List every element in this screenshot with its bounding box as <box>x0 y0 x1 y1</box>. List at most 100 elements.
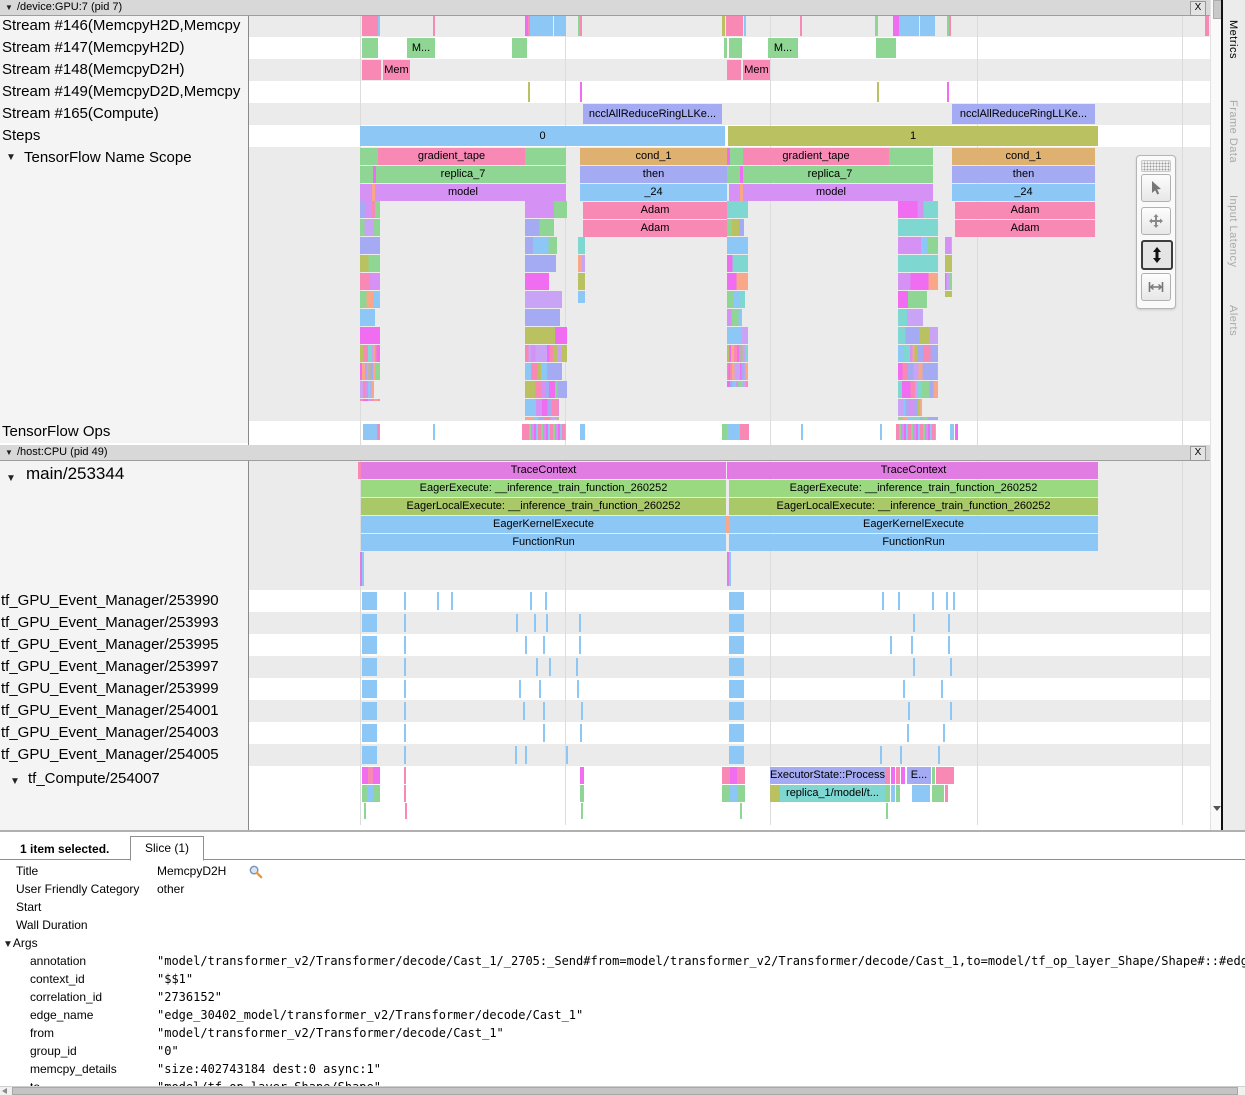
event-tick[interactable] <box>577 680 579 698</box>
namescope-bar[interactable]: gradient_tape <box>378 148 525 165</box>
flame-segment[interactable] <box>727 291 745 308</box>
compute-bar[interactable] <box>722 767 730 784</box>
trace-event-block[interactable] <box>528 82 530 102</box>
event-tick[interactable] <box>890 636 892 654</box>
compute-tick[interactable] <box>581 803 583 819</box>
flame-segment[interactable] <box>898 201 938 218</box>
flame-segment[interactable] <box>727 327 748 344</box>
namescope-row-label[interactable]: ▼ TensorFlow Name Scope <box>0 148 246 168</box>
flame-segment[interactable] <box>360 381 374 398</box>
trace-event-block[interactable] <box>580 16 582 36</box>
event-block[interactable] <box>729 724 744 742</box>
trace-event-block[interactable] <box>727 60 741 80</box>
collapse-icon[interactable]: ▼ <box>10 771 20 790</box>
event-tick[interactable] <box>404 636 406 654</box>
event-tick[interactable] <box>404 614 406 632</box>
pan-tool[interactable] <box>1141 207 1171 235</box>
namescope-bar[interactable]: model <box>360 184 566 201</box>
namescope-bar[interactable]: _24 <box>580 184 727 201</box>
trace-event-block[interactable] <box>800 16 802 36</box>
tfops-block[interactable] <box>363 424 377 440</box>
event-tick[interactable] <box>545 592 547 610</box>
event-tick[interactable] <box>516 614 518 632</box>
event-tick[interactable] <box>539 680 541 698</box>
event-tick[interactable] <box>519 680 521 698</box>
flame-segment[interactable] <box>578 237 585 254</box>
horizontal-scrollbar-thumb[interactable] <box>12 1087 1238 1095</box>
event-tick[interactable] <box>900 746 902 764</box>
flame-segment[interactable] <box>578 273 585 290</box>
trace-event-block[interactable] <box>875 16 878 36</box>
namescope-bar[interactable]: Adam <box>955 202 1095 219</box>
trace-event-block[interactable]: M... <box>768 38 798 58</box>
flame-segment[interactable] <box>898 363 938 380</box>
cpu-bar[interactable]: EagerExecute: __inference_train_function… <box>729 480 1098 497</box>
event-tick[interactable] <box>579 614 581 632</box>
event-tick[interactable] <box>950 702 952 720</box>
flame-segment[interactable] <box>360 327 380 344</box>
flame-segment[interactable] <box>360 309 375 326</box>
compute-bar[interactable] <box>404 767 406 784</box>
trace-event-block[interactable] <box>530 16 553 36</box>
namescope-bar[interactable]: replica_7 <box>727 166 933 183</box>
event-tick[interactable] <box>566 746 568 764</box>
flame-segment[interactable] <box>360 291 380 308</box>
event-tick[interactable] <box>523 702 525 720</box>
trace-event-block[interactable] <box>729 38 742 58</box>
namescope-bar[interactable]: Adam <box>583 220 727 237</box>
event-tick[interactable] <box>404 702 406 720</box>
event-block[interactable] <box>362 702 377 720</box>
flame-segment[interactable] <box>898 345 938 362</box>
namescope-bar[interactable]: then <box>952 166 1095 183</box>
tfops-block[interactable] <box>801 424 803 440</box>
trace-event-block[interactable]: ncclAllReduceRingLLKe... <box>952 104 1095 124</box>
flame-segment[interactable] <box>727 237 748 254</box>
compute-bar[interactable]: ExecutorState::Process <box>770 767 885 784</box>
event-tick[interactable] <box>451 592 453 610</box>
flame-segment[interactable] <box>525 363 562 380</box>
compute-bar[interactable] <box>737 767 745 784</box>
compute-bar[interactable] <box>404 785 406 802</box>
flame-segment[interactable] <box>525 399 559 416</box>
flame-segment[interactable] <box>898 399 922 416</box>
event-tick[interactable] <box>525 636 527 654</box>
flame-segment[interactable] <box>727 381 748 387</box>
collapse-icon[interactable]: ▼ <box>5 445 13 460</box>
flame-segment[interactable] <box>525 417 559 420</box>
event-tick[interactable] <box>437 592 439 610</box>
compute-bar[interactable] <box>896 767 900 784</box>
event-tick[interactable] <box>515 746 517 764</box>
event-tick[interactable] <box>534 614 536 632</box>
event-tick[interactable] <box>404 680 406 698</box>
trace-event-block[interactable] <box>580 82 582 102</box>
flame-segment[interactable] <box>525 345 567 362</box>
flame-segment[interactable] <box>360 201 380 218</box>
trace-event-block[interactable] <box>722 16 725 36</box>
namescope-bar[interactable]: replica_7 <box>360 166 566 183</box>
event-tick[interactable] <box>525 746 527 764</box>
flame-tower[interactable] <box>898 201 938 420</box>
flame-segment[interactable] <box>578 291 585 303</box>
namescope-bar[interactable]: Adam <box>955 220 1095 237</box>
trace-event-block[interactable] <box>744 16 746 36</box>
event-tick[interactable] <box>549 658 551 676</box>
event-block[interactable] <box>362 724 377 742</box>
trace-event-block[interactable]: ncclAllReduceRingLLKe... <box>583 104 722 124</box>
compute-bar[interactable] <box>932 767 935 784</box>
flame-tower[interactable] <box>525 201 567 420</box>
compute-tick[interactable] <box>405 803 407 819</box>
flame-segment[interactable] <box>945 273 952 290</box>
compute-bar[interactable] <box>936 767 954 784</box>
trace-event-block[interactable]: 0 <box>360 126 725 146</box>
tfops-block[interactable] <box>580 424 585 440</box>
trace-event-block[interactable] <box>726 16 743 36</box>
flame-segment[interactable] <box>578 255 585 272</box>
trace-event-block[interactable] <box>362 16 378 36</box>
collapse-icon[interactable]: ▼ <box>3 939 13 950</box>
cpu-bar[interactable]: FunctionRun <box>729 534 1098 551</box>
event-block[interactable] <box>729 702 744 720</box>
trace-event-block[interactable]: 1 <box>728 126 1098 146</box>
scroll-down-icon[interactable] <box>1213 806 1221 811</box>
flame-segment[interactable] <box>727 201 748 218</box>
tfops-block[interactable] <box>433 424 435 440</box>
